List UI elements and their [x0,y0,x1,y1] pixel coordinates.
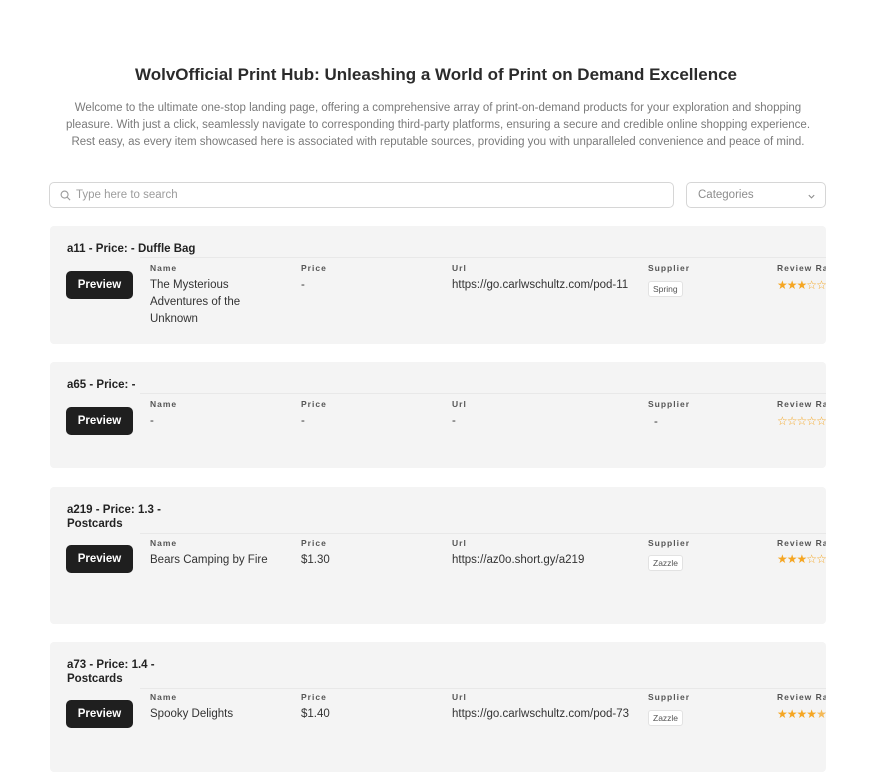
rating-stars: ★★★★★ [777,708,826,720]
column-header-url: Url [452,538,467,548]
column-header-url: Url [452,263,467,273]
product-url: - [452,415,456,427]
divider [140,257,826,258]
product-card: a11 - Price: - Duffle Bag Preview Name P… [50,226,826,344]
product-title-line: a65 - Price: - [67,379,136,391]
product-title-line: a11 - Price: - Duffle Bag [67,243,196,255]
preview-button[interactable]: Preview [66,700,133,728]
star-empty-icon: ☆ [786,414,798,428]
column-header-name: Name [150,399,178,409]
column-header-supplier: Supplier [648,263,691,273]
product-card: a219 - Price: 1.3 - Postcards Preview Na… [50,487,826,624]
star-filled-icon: ★ [777,278,788,292]
column-header-price: Price [301,538,327,548]
star-empty-icon: ☆ [816,414,826,428]
star-empty-icon: ☆ [806,278,817,292]
star-filled-icon: ★ [786,278,798,292]
column-header-url: Url [452,692,467,702]
star-filled-icon: ★ [806,707,817,721]
star-empty-icon: ☆ [816,552,826,566]
product-title: a65 - Price: - [67,378,135,392]
supplier-badge: Zazzle [648,555,684,571]
product-url[interactable]: https://go.carlwschultz.com/pod-11 [452,277,637,294]
product-title-line: a219 - Price: 1.3 - [67,504,161,516]
column-header-name: Name [150,538,178,548]
product-price: - [301,415,305,427]
column-header-supplier: Supplier [648,538,691,548]
categories-label: Categories [698,189,754,201]
column-header-name: Name [150,263,178,273]
product-title: a73 - Price: 1.4 - Postcards [67,658,155,686]
intro-text: Welcome to the ultimate one-stop landing… [50,100,826,151]
rating-stars: ★★★☆☆ [777,279,826,291]
column-header-name: Name [150,692,178,702]
product-name: - [150,415,154,427]
supplier-badge: Zazzle [648,710,684,726]
star-empty-icon: ☆ [796,414,808,428]
star-empty-icon: ☆ [806,552,817,566]
supplier-value: - [654,416,658,428]
product-card: a73 - Price: 1.4 - Postcards Preview Nam… [50,642,826,772]
product-url[interactable]: https://go.carlwschultz.com/pod-73 [452,706,637,723]
star-filled-icon: ★ [777,707,788,721]
page-title: WolvOfficial Print Hub: Unleashing a Wor… [134,65,737,84]
column-header-supplier: Supplier [648,399,691,409]
star-filled-icon: ★ [786,552,798,566]
star-empty-icon: ☆ [816,278,826,292]
star-filled-icon: ★ [777,552,788,566]
search-box[interactable] [49,182,674,208]
column-header-price: Price [301,399,327,409]
star-filled-icon: ★ [796,707,808,721]
search-icon [60,190,71,201]
column-header-price: Price [301,692,327,702]
star-empty-icon: ☆ [806,414,817,428]
preview-button[interactable]: Preview [66,271,133,299]
categories-select[interactable]: Categories [686,182,826,208]
rating-stars: ☆☆☆☆☆ [777,415,826,427]
product-price: - [301,279,305,291]
product-price: $1.40 [301,708,330,720]
column-header-review: Review Ra [777,538,826,548]
product-name: The Mysterious Adventures of the Unknown [150,279,241,325]
product-card: a65 - Price: - Preview Name Price Url Su… [50,362,826,468]
intro-line: Rest easy, as every item showcased here … [71,136,805,148]
column-header-price: Price [301,263,327,273]
star-filled-icon: ★ [796,552,808,566]
product-title: a219 - Price: 1.3 - Postcards [67,503,161,531]
divider [140,393,826,394]
product-title-line: a73 - Price: 1.4 - [67,659,155,671]
product-title: a11 - Price: - Duffle Bag [67,242,195,256]
product-name: Spooky Delights [150,708,234,720]
intro-line: Welcome to the ultimate one-stop landing… [74,102,802,114]
product-title-line: Postcards [67,518,123,530]
star-half-icon: ★ [816,707,826,721]
preview-button[interactable]: Preview [66,407,133,435]
product-price: $1.30 [301,554,330,566]
star-empty-icon: ☆ [777,414,788,428]
supplier-badge: Spring [648,281,683,297]
column-header-review: Review Ra [777,399,826,409]
divider [140,533,826,534]
chevron-down-icon [808,194,815,199]
rating-stars: ★★★☆☆ [777,553,826,565]
column-header-review: Review Ra [777,263,826,273]
column-header-url: Url [452,399,467,409]
product-title-line: Postcards [67,673,123,685]
star-filled-icon: ★ [786,707,798,721]
preview-button[interactable]: Preview [66,545,133,573]
product-name: Bears Camping by Fire [150,554,268,566]
product-url[interactable]: https://az0o.short.gy/a219 [452,552,637,569]
column-header-review: Review Ra [777,692,826,702]
search-input[interactable] [76,186,656,204]
star-filled-icon: ★ [796,278,808,292]
divider [140,688,826,689]
column-header-supplier: Supplier [648,692,691,702]
intro-line: pleasure. With just a click, seamlessly … [65,119,811,131]
